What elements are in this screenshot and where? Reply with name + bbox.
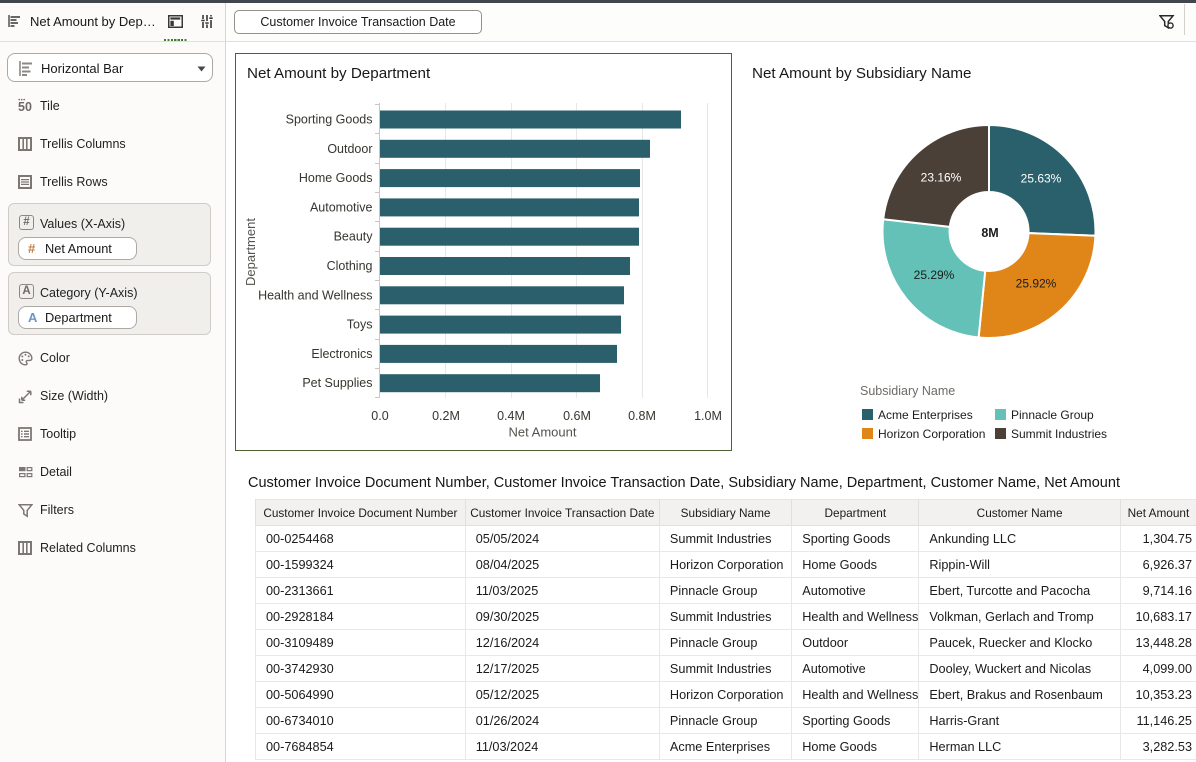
svg-text:Department: Department bbox=[243, 218, 258, 286]
svg-text:25.92%: 25.92% bbox=[1016, 277, 1057, 291]
svg-text:1.0M: 1.0M bbox=[694, 409, 722, 423]
svg-text:0.2M: 0.2M bbox=[432, 409, 460, 423]
svg-text:8M: 8M bbox=[981, 226, 998, 240]
svg-text:25.29%: 25.29% bbox=[914, 268, 955, 282]
svg-text:Sporting Goods: Sporting Goods bbox=[286, 113, 373, 127]
svg-text:Beauty: Beauty bbox=[334, 230, 374, 244]
svg-text:Automotive: Automotive bbox=[310, 200, 373, 214]
svg-text:Electronics: Electronics bbox=[311, 347, 372, 361]
svg-text:25.63%: 25.63% bbox=[1021, 172, 1062, 186]
svg-text:23.16%: 23.16% bbox=[921, 171, 962, 185]
svg-text:Toys: Toys bbox=[347, 318, 373, 332]
svg-text:0.8M: 0.8M bbox=[628, 409, 656, 423]
svg-text:0.4M: 0.4M bbox=[497, 409, 525, 423]
svg-text:50: 50 bbox=[18, 100, 32, 113]
svg-text:Pet Supplies: Pet Supplies bbox=[302, 376, 372, 390]
svg-text:Health and Wellness: Health and Wellness bbox=[258, 288, 372, 302]
svg-text:0.6M: 0.6M bbox=[563, 409, 591, 423]
svg-text:Home Goods: Home Goods bbox=[299, 171, 373, 185]
svg-text:Outdoor: Outdoor bbox=[327, 142, 372, 156]
svg-text:Net Amount: Net Amount bbox=[509, 425, 577, 440]
svg-text:0.0: 0.0 bbox=[371, 409, 388, 423]
svg-text:Clothing: Clothing bbox=[327, 259, 373, 273]
